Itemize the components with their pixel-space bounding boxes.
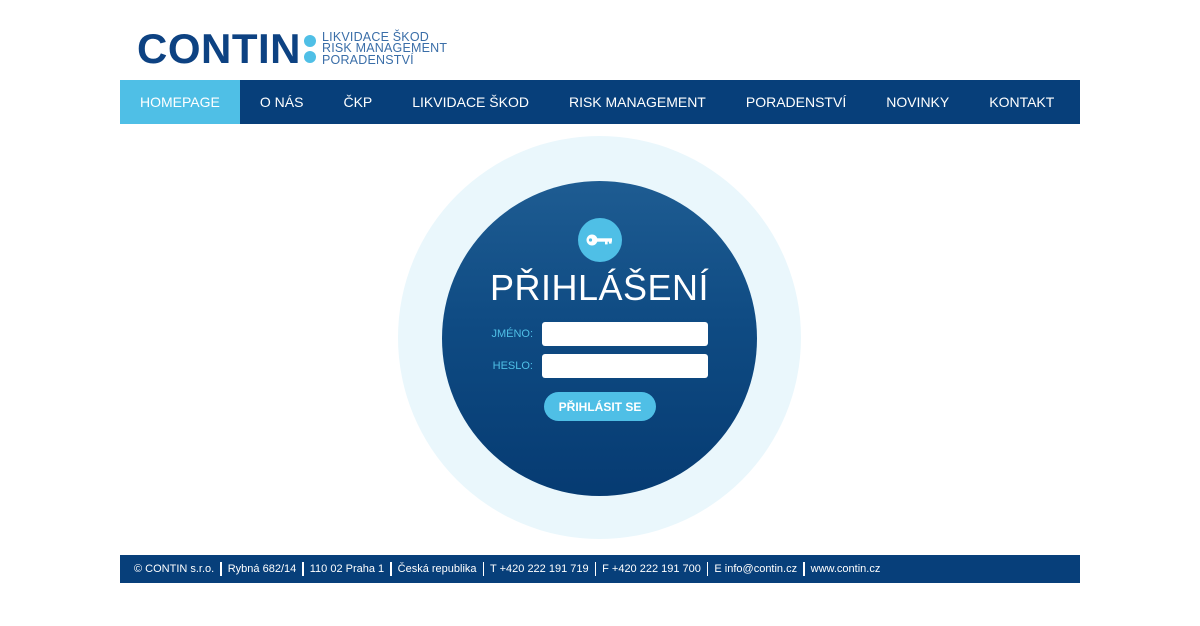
login-submit-button[interactable]: PŘIHLÁSIT SE bbox=[544, 392, 656, 421]
footer-separator bbox=[302, 562, 304, 576]
nav-item-poradenstvi[interactable]: PORADENSTVÍ bbox=[726, 80, 866, 124]
login-title: PŘIHLÁŠENÍ bbox=[489, 267, 710, 308]
nav-item-homepage[interactable]: HOMEPAGE bbox=[120, 80, 240, 124]
footer-separator bbox=[706, 562, 709, 576]
footer-street: Rybná 682/14 bbox=[227, 563, 297, 575]
footer-country: Česká republika bbox=[397, 563, 477, 575]
footer-separator bbox=[482, 562, 485, 576]
footer-separator bbox=[390, 562, 392, 576]
logo-dots-icon bbox=[304, 35, 316, 63]
logo-wordmark: CONTIN bbox=[137, 25, 301, 72]
footer-phone: T +420 222 191 719 bbox=[490, 563, 589, 575]
nav-item-novinky[interactable]: NOVINKY bbox=[866, 80, 969, 124]
nav-item-ckp[interactable]: ČKP bbox=[323, 80, 392, 124]
nav-item-o-nas[interactable]: O NÁS bbox=[240, 80, 324, 124]
logo-tagline: LIKVIDACE ŠKOD RISK MANAGEMENT PORADENST… bbox=[322, 31, 447, 67]
nav-item-likvidace-skod[interactable]: LIKVIDACE ŠKOD bbox=[392, 80, 549, 124]
logo-tagline-line: PORADENSTVÍ bbox=[322, 52, 414, 67]
footer-email-link[interactable]: E info@contin.cz bbox=[714, 563, 797, 575]
footer-fax: F +420 222 191 700 bbox=[602, 563, 701, 575]
logo[interactable]: CONTIN LIKVIDACE ŠKOD RISK MANAGEMENT PO… bbox=[137, 26, 447, 72]
key-icon bbox=[578, 218, 622, 262]
footer-separator bbox=[220, 562, 222, 576]
username-label: JMÉNO: bbox=[491, 328, 533, 340]
footer-separator bbox=[594, 562, 597, 576]
username-input[interactable] bbox=[542, 322, 708, 346]
footer: © CONTIN s.r.o. Rybná 682/14 110 02 Prah… bbox=[120, 555, 1080, 583]
password-label: HESLO: bbox=[492, 360, 533, 372]
nav-item-kontakt[interactable]: KONTAKT bbox=[969, 80, 1074, 124]
main-nav: HOMEPAGE O NÁS ČKP LIKVIDACE ŠKOD RISK M… bbox=[120, 80, 1080, 124]
footer-website-link[interactable]: www.contin.cz bbox=[811, 563, 881, 575]
footer-separator bbox=[803, 562, 805, 576]
footer-city: 110 02 Praha 1 bbox=[309, 563, 385, 575]
nav-item-risk-management[interactable]: RISK MANAGEMENT bbox=[549, 80, 726, 124]
password-input[interactable] bbox=[542, 354, 708, 378]
footer-company: © CONTIN s.r.o. bbox=[134, 563, 215, 575]
